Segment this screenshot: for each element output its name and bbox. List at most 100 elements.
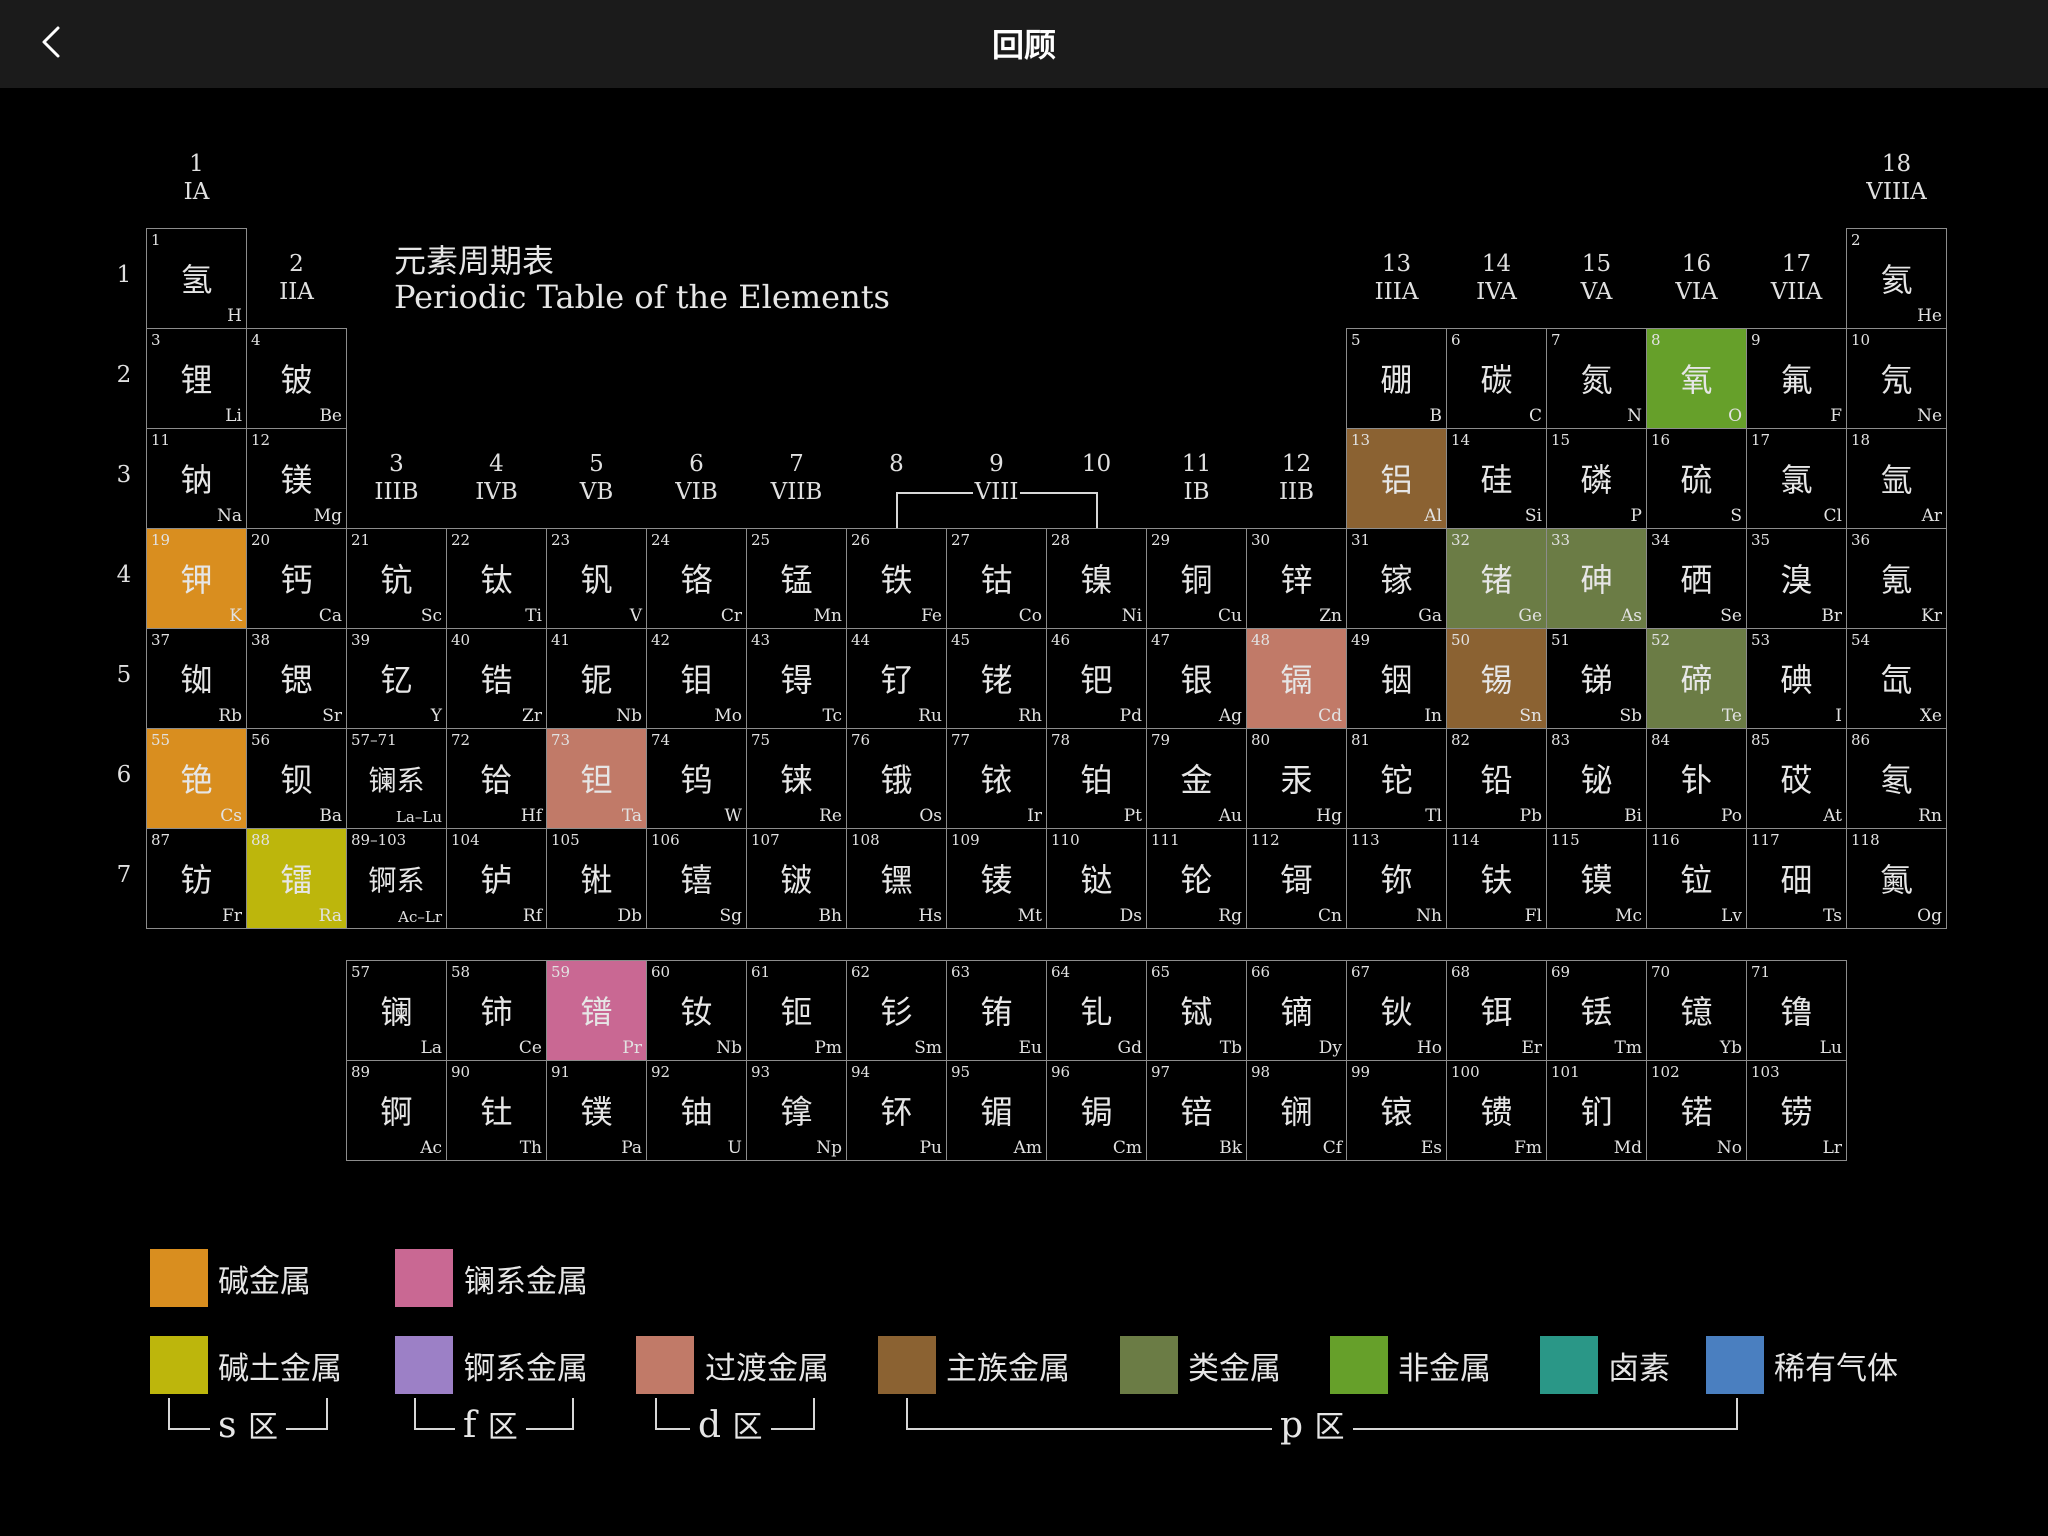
element-cell-Cn[interactable]: 112 鿔 Cn <box>1246 828 1347 929</box>
element-cell-Hg[interactable]: 80 汞 Hg <box>1246 728 1347 829</box>
element-cell-Es[interactable]: 99 锿 Es <box>1346 1060 1447 1161</box>
element-cell-P[interactable]: 15 磷 P <box>1546 428 1647 529</box>
element-cell-Si[interactable]: 14 硅 Si <box>1446 428 1547 529</box>
element-cell-Cl[interactable]: 17 氯 Cl <box>1746 428 1847 529</box>
element-cell-Cu[interactable]: 29 铜 Cu <box>1146 528 1247 629</box>
element-cell-Lu[interactable]: 71 镥 Lu <box>1746 960 1847 1061</box>
element-cell-Co[interactable]: 27 钴 Co <box>946 528 1047 629</box>
element-cell-Ag[interactable]: 47 银 Ag <box>1146 628 1247 729</box>
element-cell-S[interactable]: 16 硫 S <box>1646 428 1747 529</box>
element-cell-Ir[interactable]: 77 铱 Ir <box>946 728 1047 829</box>
element-cell-Sr[interactable]: 38 锶 Sr <box>246 628 347 729</box>
element-cell-Fr[interactable]: 87 钫 Fr <box>146 828 247 929</box>
element-cell-Ba[interactable]: 56 钡 Ba <box>246 728 347 829</box>
element-cell-Pb[interactable]: 82 铅 Pb <box>1446 728 1547 829</box>
element-cell-Br[interactable]: 35 溴 Br <box>1746 528 1847 629</box>
element-cell-Zr[interactable]: 40 锆 Zr <box>446 628 547 729</box>
element-cell-Cf[interactable]: 98 锎 Cf <box>1246 1060 1347 1161</box>
element-cell-Ho[interactable]: 67 钬 Ho <box>1346 960 1447 1061</box>
element-cell-Li[interactable]: 3 锂 Li <box>146 328 247 429</box>
element-cell-Rb[interactable]: 37 铷 Rb <box>146 628 247 729</box>
element-cell-Tl[interactable]: 81 铊 Tl <box>1346 728 1447 829</box>
element-cell-Ge[interactable]: 32 锗 Ge <box>1446 528 1547 629</box>
element-cell-Rh[interactable]: 45 铑 Rh <box>946 628 1047 729</box>
element-cell-Dy[interactable]: 66 镝 Dy <box>1246 960 1347 1061</box>
element-cell-Db[interactable]: 105 𬭊 Db <box>546 828 647 929</box>
element-cell-Bk[interactable]: 97 锫 Bk <box>1146 1060 1247 1161</box>
element-cell-N[interactable]: 7 氮N <box>1546 328 1647 429</box>
element-cell-U[interactable]: 92 铀 U <box>646 1060 747 1161</box>
element-cell-Xe[interactable]: 54 氙 Xe <box>1846 628 1947 729</box>
element-cell-Cr[interactable]: 24 铬 Cr <box>646 528 747 629</box>
element-cell-La[interactable]: 57 镧 La <box>346 960 447 1061</box>
element-cell-Og[interactable]: 118 鿫 Og <box>1846 828 1947 929</box>
element-cell-Tc[interactable]: 43 锝 Tc <box>746 628 847 729</box>
element-cell-Os[interactable]: 76 锇 Os <box>846 728 947 829</box>
element-cell-Tb[interactable]: 65 铽 Tb <box>1146 960 1247 1061</box>
element-cell-Fm[interactable]: 100 镄 Fm <box>1446 1060 1547 1161</box>
element-cell-Re[interactable]: 75 铼 Re <box>746 728 847 829</box>
element-cell-Ni[interactable]: 28 镍 Ni <box>1046 528 1147 629</box>
element-cell-Ru[interactable]: 44 钌 Ru <box>846 628 947 729</box>
element-cell-Sb[interactable]: 51 锑 Sb <box>1546 628 1647 729</box>
element-cell-Sg[interactable]: 106 𬭳 Sg <box>646 828 747 929</box>
element-cell-Gd[interactable]: 64 钆 Gd <box>1046 960 1147 1061</box>
element-cell-B[interactable]: 5 硼B <box>1346 328 1447 429</box>
element-cell-Ta[interactable]: 73 钽 Ta <box>546 728 647 829</box>
element-cell-Kr[interactable]: 36 氪 Kr <box>1846 528 1947 629</box>
element-cell-Bh[interactable]: 107 𬭛 Bh <box>746 828 847 929</box>
element-cell-Pt[interactable]: 78 铂 Pt <box>1046 728 1147 829</box>
element-cell-V[interactable]: 23 钒 V <box>546 528 647 629</box>
element-cell-Pm[interactable]: 61 钷 Pm <box>746 960 847 1061</box>
element-cell-Mt[interactable]: 109 鿏 Mt <box>946 828 1047 929</box>
element-cell-K[interactable]: 19 钾 K <box>146 528 247 629</box>
element-cell-Md[interactable]: 101 钔 Md <box>1546 1060 1647 1161</box>
element-cell-Mo[interactable]: 42 钼 Mo <box>646 628 747 729</box>
element-cell-Hs[interactable]: 108 𬭶 Hs <box>846 828 947 929</box>
element-cell-Ce[interactable]: 58 铈 Ce <box>446 960 547 1061</box>
element-cell-Th[interactable]: 90 钍 Th <box>446 1060 547 1161</box>
element-cell-Am[interactable]: 95 镅 Am <box>946 1060 1047 1161</box>
element-cell-H[interactable]: 1 氢H <box>146 228 247 329</box>
element-cell-Nb[interactable]: 60 钕 Nb <box>646 960 747 1061</box>
element-cell-Sn[interactable]: 50 锡 Sn <box>1446 628 1547 729</box>
element-cell-Zn[interactable]: 30 锌 Zn <box>1246 528 1347 629</box>
element-cell-O[interactable]: 8 氧O <box>1646 328 1747 429</box>
element-cell-Rg[interactable]: 111 𬬭 Rg <box>1146 828 1247 929</box>
element-cell-F[interactable]: 9 氟F <box>1746 328 1847 429</box>
element-cell-Ar[interactable]: 18 氩 Ar <box>1846 428 1947 529</box>
element-cell-W[interactable]: 74 钨 W <box>646 728 747 829</box>
element-cell-Np[interactable]: 93 镎 Np <box>746 1060 847 1161</box>
element-cell-Hf[interactable]: 72 铪 Hf <box>446 728 547 829</box>
element-cell-C[interactable]: 6 碳C <box>1446 328 1547 429</box>
element-cell-Au[interactable]: 79 金 Au <box>1146 728 1247 829</box>
element-cell-Pu[interactable]: 94 钚 Pu <box>846 1060 947 1161</box>
element-cell-I[interactable]: 53 碘 I <box>1746 628 1847 729</box>
element-cell-Bi[interactable]: 83 铋 Bi <box>1546 728 1647 829</box>
element-cell-In[interactable]: 49 铟 In <box>1346 628 1447 729</box>
element-cell-Lv[interactable]: 116 𫟷 Lv <box>1646 828 1747 929</box>
element-cell-Cd[interactable]: 48 镉 Cd <box>1246 628 1347 729</box>
element-cell-Na[interactable]: 11 钠 Na <box>146 428 247 529</box>
element-cell-Al[interactable]: 13 铝 Al <box>1346 428 1447 529</box>
element-cell-Ac[interactable]: 89 锕 Ac <box>346 1060 447 1161</box>
element-cell-Ga[interactable]: 31 镓 Ga <box>1346 528 1447 629</box>
element-cell-Rf[interactable]: 104 𬬻 Rf <box>446 828 547 929</box>
element-cell-Ac–Lr[interactable]: 89–103 锕系 Ac–Lr <box>346 828 447 929</box>
element-cell-Fe[interactable]: 26 铁 Fe <box>846 528 947 629</box>
element-cell-Nb[interactable]: 41 铌 Nb <box>546 628 647 729</box>
element-cell-Cs[interactable]: 55 铯 Cs <box>146 728 247 829</box>
element-cell-Ti[interactable]: 22 钛 Ti <box>446 528 547 629</box>
element-cell-Sm[interactable]: 62 钐 Sm <box>846 960 947 1061</box>
element-cell-Rn[interactable]: 86 氡 Rn <box>1846 728 1947 829</box>
element-cell-Po[interactable]: 84 钋 Po <box>1646 728 1747 829</box>
element-cell-Pa[interactable]: 91 镤 Pa <box>546 1060 647 1161</box>
element-cell-Nh[interactable]: 113 鿭 Nh <box>1346 828 1447 929</box>
element-cell-Be[interactable]: 4 铍 Be <box>246 328 347 429</box>
element-cell-Mn[interactable]: 25 锰 Mn <box>746 528 847 629</box>
element-cell-Mc[interactable]: 115 镆 Mc <box>1546 828 1647 929</box>
element-cell-Y[interactable]: 39 钇 Y <box>346 628 447 729</box>
element-cell-Pr[interactable]: 59 镨 Pr <box>546 960 647 1061</box>
element-cell-Tm[interactable]: 69 铥 Tm <box>1546 960 1647 1061</box>
element-cell-Ds[interactable]: 110 𫟼 Ds <box>1046 828 1147 929</box>
